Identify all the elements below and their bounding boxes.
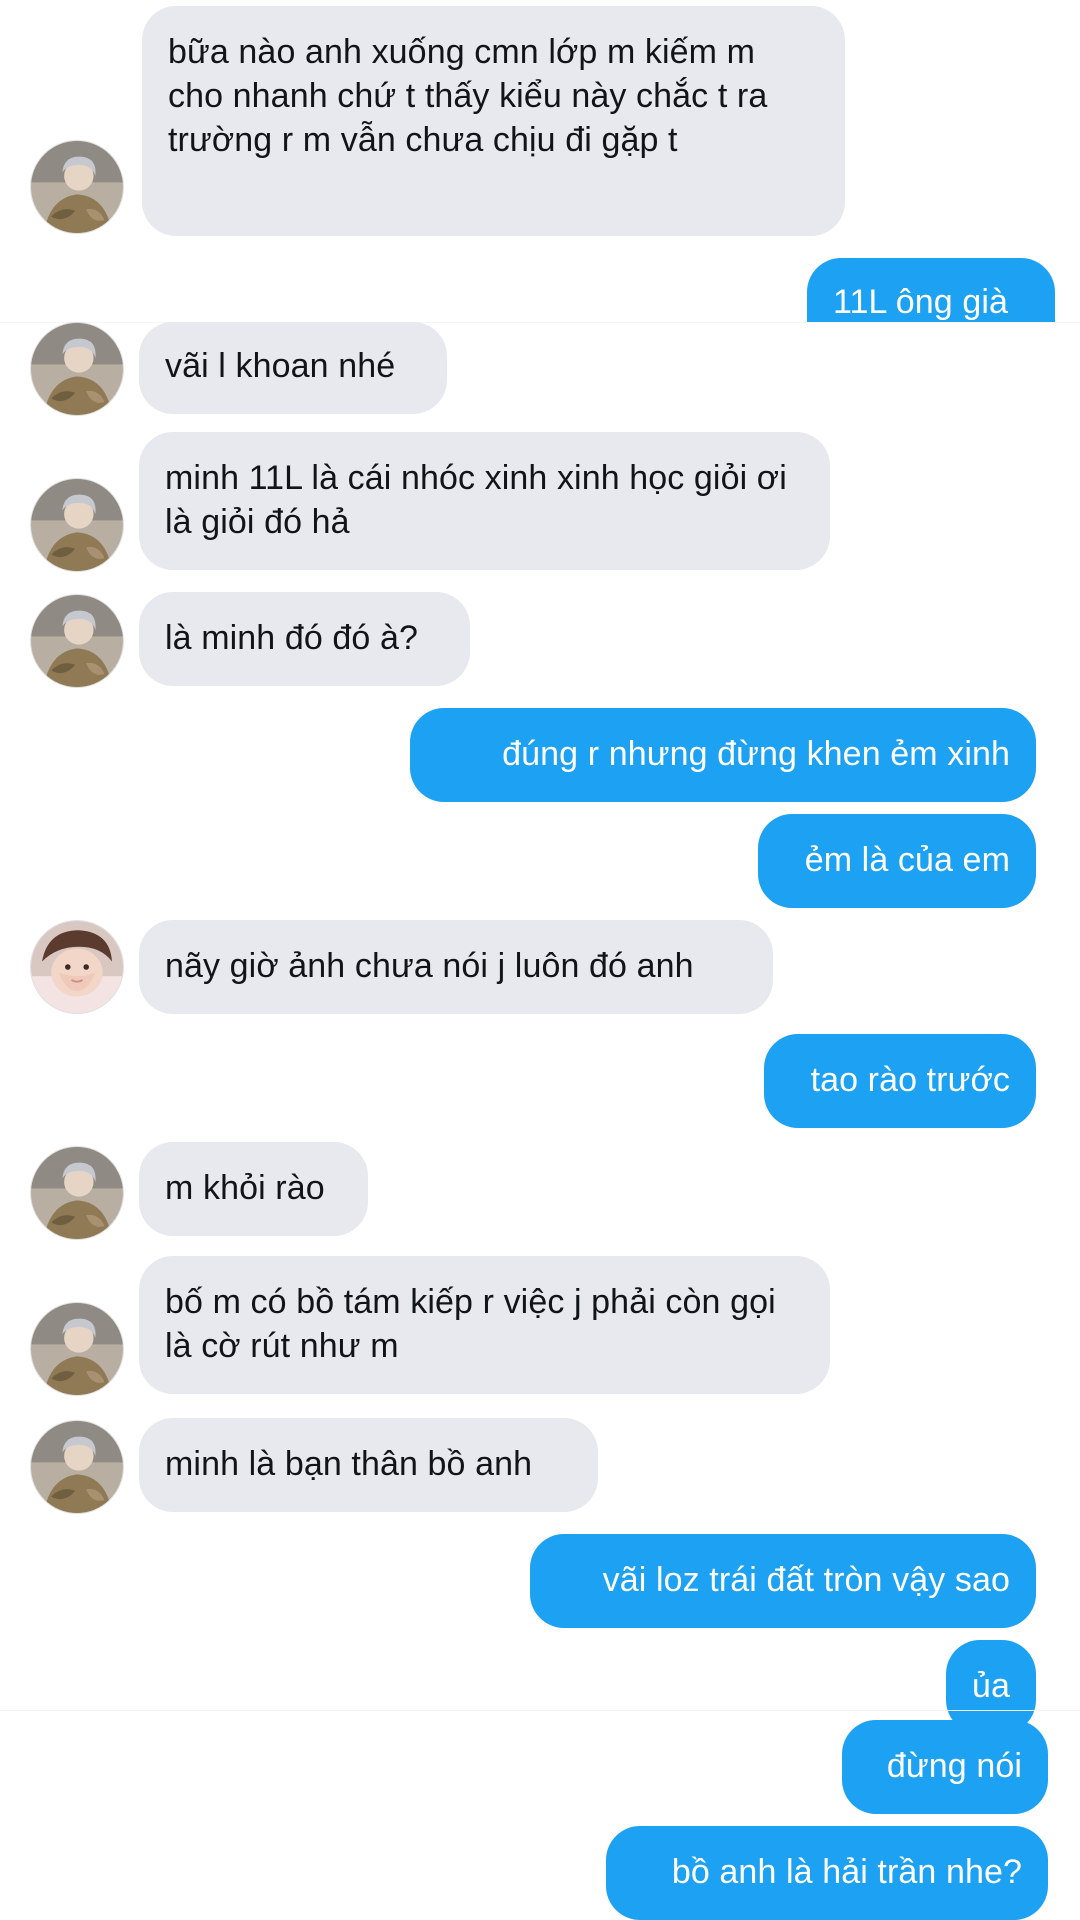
friend-avatar[interactable] (30, 920, 124, 1014)
message-text: bữa nào anh xuống cmn lớp m kiếm m cho n… (168, 33, 768, 159)
message-bubble: m khỏi rào (139, 1142, 368, 1236)
message-bubble: đừng nói (842, 1720, 1048, 1814)
friend-avatar[interactable] (30, 322, 124, 416)
person-photo-icon (31, 921, 123, 1013)
message-text: m khỏi rào (165, 1169, 325, 1207)
message-bubble: ẻm là của em (758, 814, 1036, 908)
message-bubble: đúng r nhưng đừng khen ẻm xinh (410, 708, 1036, 802)
message-text: vãi l khoan nhé (165, 347, 396, 385)
person-photo-icon (31, 1303, 123, 1395)
message-bubble: nãy giờ ảnh chưa nói j luôn đó anh (139, 920, 773, 1014)
message-text: vãi loz trái đất tròn vậy sao (602, 1561, 1010, 1599)
message-bubble: 11L ông già (807, 258, 1055, 322)
friend-avatar[interactable] (30, 478, 124, 572)
message-bubble: là minh đó đó à? (139, 592, 470, 686)
message-bubble: bồ anh là hải trần nhe? (606, 1826, 1048, 1920)
message-bubble: minh 11L là cái nhóc xinh xinh học giỏi … (139, 432, 830, 570)
message-text: tao rào trước (810, 1061, 1010, 1099)
message-text: bồ anh là hải trần nhe? (671, 1853, 1022, 1891)
message-bubble: vãi l khoan nhé (139, 322, 447, 414)
friend-avatar[interactable] (30, 1146, 124, 1240)
person-photo-icon (31, 1421, 123, 1513)
message-text: đừng nói (886, 1747, 1022, 1785)
message-text: nãy giờ ảnh chưa nói j luôn đó anh (165, 947, 694, 985)
message-bubble: bữa nào anh xuống cmn lớp m kiếm m cho n… (142, 6, 845, 236)
message-text: đúng r nhưng đừng khen ẻm xinh (502, 735, 1010, 773)
screenshot-seam (0, 1710, 1080, 1711)
message-text: 11L ông già (833, 283, 1009, 321)
message-text: bố m có bồ tám kiếp r việc j phải còn gọ… (165, 1283, 776, 1365)
person-photo-icon (31, 141, 123, 233)
person-photo-icon (31, 1147, 123, 1239)
message-text: là minh đó đó à? (165, 619, 418, 657)
friend-avatar[interactable] (30, 1302, 124, 1396)
message-text: minh 11L là cái nhóc xinh xinh học giỏi … (165, 459, 787, 541)
person-photo-icon (31, 595, 123, 687)
message-text: minh là bạn thân bồ anh (165, 1445, 533, 1483)
message-text: ủa (971, 1667, 1011, 1705)
friend-avatar[interactable] (30, 1420, 124, 1514)
message-bubble: minh là bạn thân bồ anh (139, 1418, 598, 1512)
person-photo-icon (31, 323, 123, 415)
message-bubble: vãi loz trái đất tròn vậy sao (530, 1534, 1036, 1628)
person-photo-icon (31, 479, 123, 571)
chat-thread: bữa nào anh xuống cmn lớp m kiếm m cho n… (0, 0, 1080, 1920)
message-bubble: bố m có bồ tám kiếp r việc j phải còn gọ… (139, 1256, 830, 1394)
friend-avatar[interactable] (30, 140, 124, 234)
clipped-bubble-container: 11L ông già (807, 258, 1055, 322)
message-bubble: tao rào trước (764, 1034, 1036, 1128)
message-text: ẻm là của em (804, 841, 1010, 879)
friend-avatar[interactable] (30, 594, 124, 688)
